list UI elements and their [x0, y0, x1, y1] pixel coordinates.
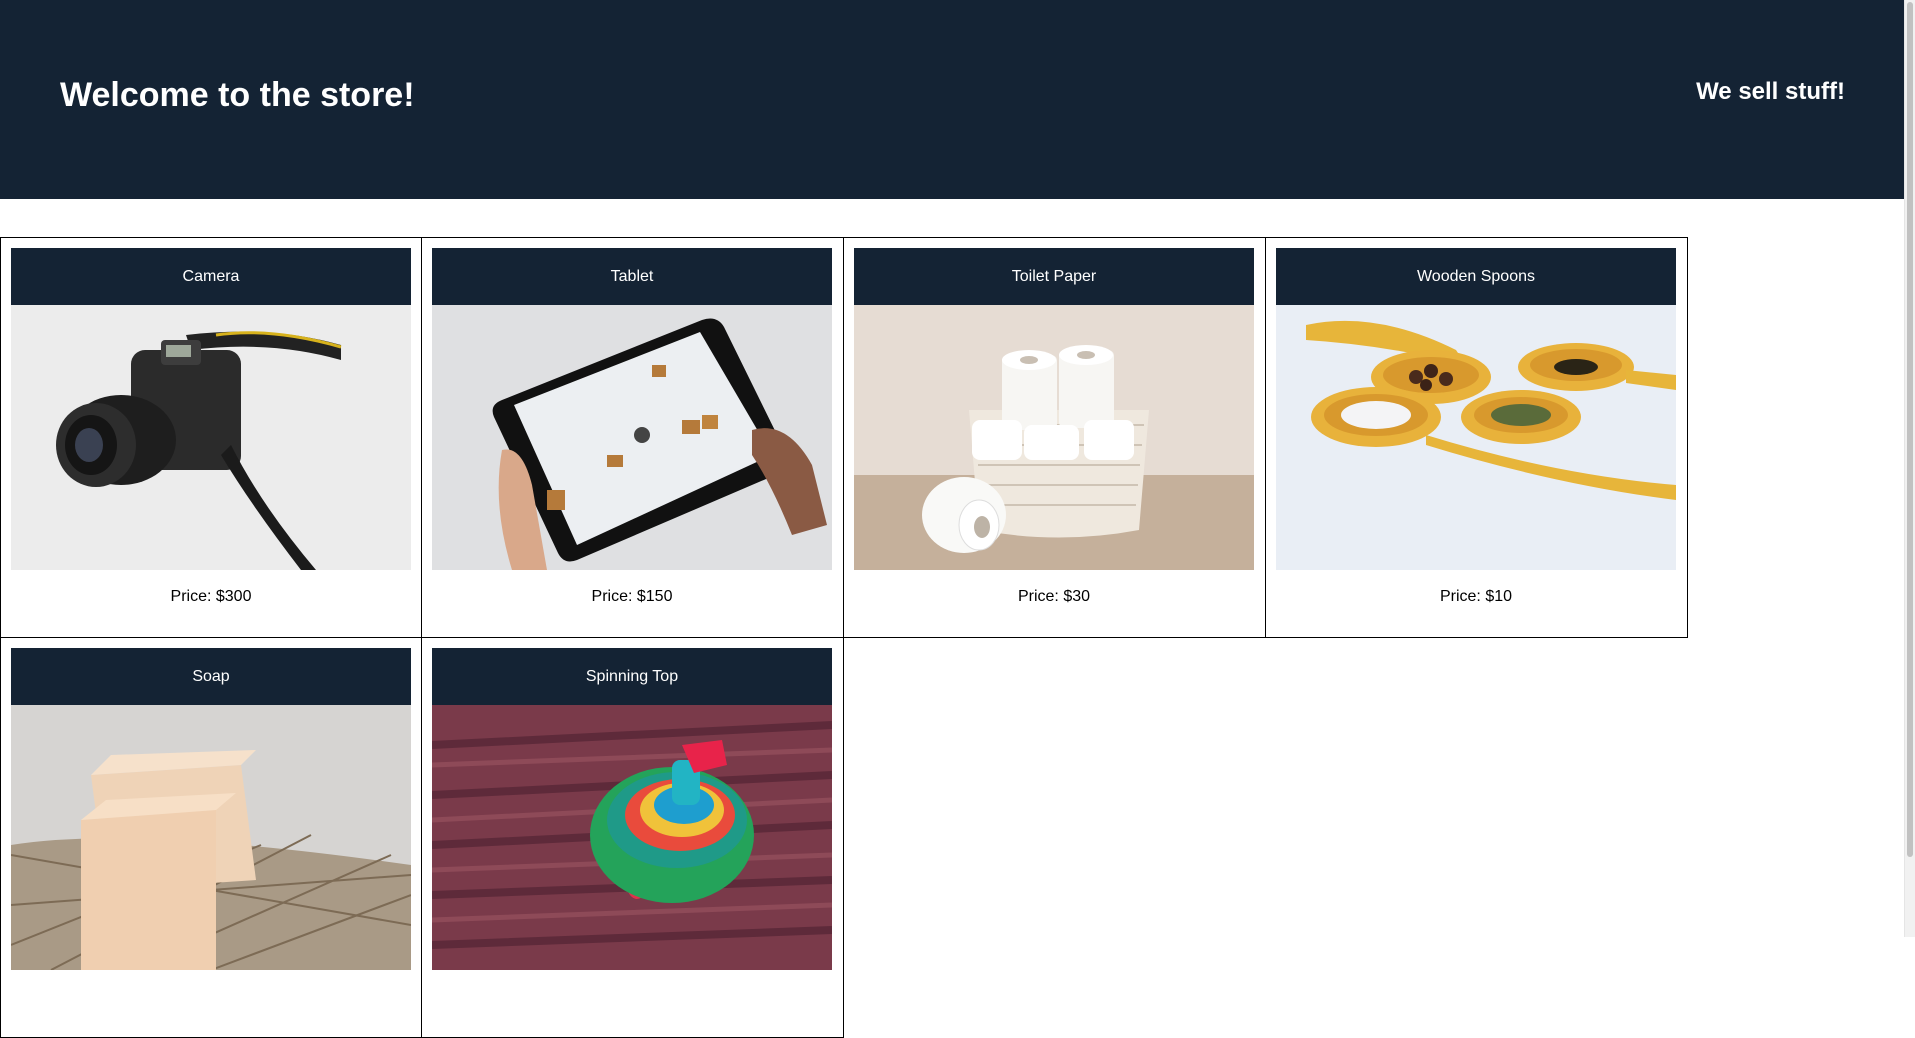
product-card-toilet-paper[interactable]: Toilet Paper Price: $30: [843, 237, 1266, 638]
product-grid: Camera Price: $300 Tablet Price: $150 To…: [0, 237, 1690, 1038]
product-title: Spinning Top: [432, 648, 832, 705]
product-price: Price: $10: [1439, 588, 1513, 605]
product-card-spinning-top[interactable]: Spinning Top: [421, 637, 844, 1038]
page-scrollbar[interactable]: [1904, 0, 1915, 937]
product-card-wooden-spoons[interactable]: Wooden Spoons Price: $10: [1265, 237, 1688, 638]
product-price: Price: $30: [1017, 588, 1091, 605]
product-title: Toilet Paper: [854, 248, 1254, 305]
product-title: Wooden Spoons: [1276, 248, 1676, 305]
product-title: Camera: [11, 248, 411, 305]
spinning-top-image: [432, 705, 832, 970]
product-price: Price: $300: [170, 588, 252, 605]
soap-image: [11, 705, 411, 970]
product-card-tablet[interactable]: Tablet Price: $150: [421, 237, 844, 638]
tablet-image: [432, 305, 832, 570]
store-header: Welcome to the store! We sell stuff!: [0, 0, 1905, 199]
product-card-camera[interactable]: Camera Price: $300: [0, 237, 422, 638]
product-title: Soap: [11, 648, 411, 705]
store-tagline: We sell stuff!: [1696, 78, 1845, 105]
product-card-soap[interactable]: Soap: [0, 637, 422, 1038]
toilet-paper-image: [854, 305, 1254, 570]
product-title: Tablet: [432, 248, 832, 305]
store-title: Welcome to the store!: [60, 76, 415, 114]
scrollbar-thumb[interactable]: [1907, 2, 1913, 857]
wooden-spoons-image: [1276, 305, 1676, 570]
camera-image: [11, 305, 411, 570]
product-price: Price: $150: [591, 588, 673, 605]
